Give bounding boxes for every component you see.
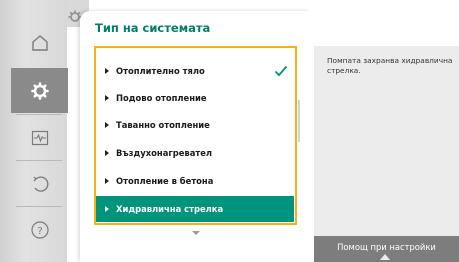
list-item-concrete[interactable]: Отопление в бетона: [96, 168, 294, 194]
sidebar-item-home[interactable]: [12, 20, 67, 65]
checkmark-icon: [274, 65, 288, 77]
sidebar-item-help[interactable]: ?: [12, 207, 67, 252]
sidebar-item-diagnostics[interactable]: [12, 115, 67, 160]
svg-text:?: ?: [37, 226, 42, 237]
chevron-right-icon: [105, 206, 109, 212]
list-item-label: Отопление в бетона: [116, 176, 214, 186]
restore-icon: [33, 176, 48, 192]
list-item-ceiling[interactable]: Таванно отопление: [96, 112, 294, 138]
home-icon: [31, 34, 48, 51]
list-item-label: Хидравлична стрелка: [116, 204, 224, 214]
chevron-right-icon: [105, 95, 109, 101]
settings-icon: [30, 81, 49, 100]
chevron-right-icon: [105, 68, 109, 74]
chevron-down-icon: [192, 231, 200, 235]
list-item-label: Таванно отопление: [116, 120, 210, 130]
settings-help-button-label: Помощ при настройки: [337, 242, 436, 252]
chevron-right-icon: [105, 122, 109, 128]
page-title: Тип на системата: [95, 21, 211, 35]
sidebar-item-restore[interactable]: [12, 161, 67, 206]
sidebar: ?: [0, 0, 68, 262]
system-type-list[interactable]: Отоплително тяло Подово отопление Таванн…: [94, 46, 297, 225]
list-item-air-heater[interactable]: Въздухонагревател: [96, 140, 294, 166]
scrollbar[interactable]: [298, 100, 300, 142]
help-text: Помпата захранва хидравлична стрелка.: [327, 56, 453, 75]
list-item-label: Подово отопление: [116, 93, 207, 103]
chevron-right-icon: [105, 178, 109, 184]
sidebar-item-settings[interactable]: [11, 68, 68, 113]
help-panel: [314, 46, 459, 262]
list-item-radiator[interactable]: Отоплително тяло: [96, 58, 294, 84]
caret-up-icon: [380, 254, 390, 260]
help-icon: ?: [30, 220, 49, 239]
diagnostics-icon: [31, 130, 48, 145]
list-item-hydraulic-switch[interactable]: Хидравлична стрелка: [96, 196, 294, 222]
list-item-label: Отоплително тяло: [116, 66, 205, 76]
list-item-underfloor[interactable]: Подово отопление: [96, 85, 294, 111]
chevron-right-icon: [105, 150, 109, 156]
list-item-label: Въздухонагревател: [116, 148, 213, 158]
